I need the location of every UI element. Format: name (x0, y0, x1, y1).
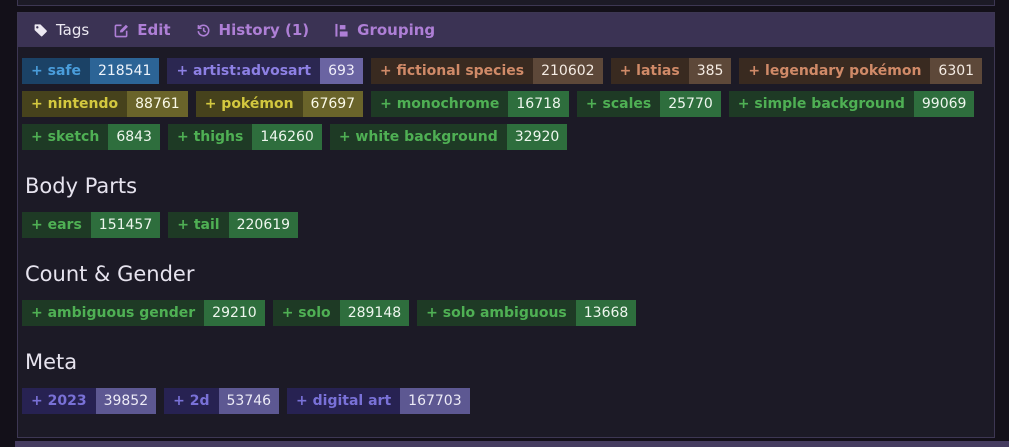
tag-count[interactable]: 88761 (127, 91, 188, 117)
tag-link[interactable]: + latias (611, 58, 689, 84)
tag-pill-monochrome: + monochrome 16718 (371, 91, 569, 117)
tag-count[interactable]: 693 (320, 58, 363, 84)
tag-pill-thighs: + thighs 146260 (167, 124, 322, 150)
tag-count[interactable]: 13668 (575, 300, 637, 326)
section-heading: Body Parts (25, 174, 138, 198)
tag-link[interactable]: + sketch (22, 124, 108, 150)
tag-link[interactable]: + simple background (729, 91, 914, 117)
history-button[interactable]: History (1) (196, 21, 310, 39)
tag-count[interactable]: 6301 (930, 58, 983, 84)
tag-pill-fictional-species: + fictional species 210602 (370, 58, 603, 84)
tag-pill-pok-mon: + pokémon 67697 (195, 91, 364, 117)
tag-count[interactable]: 32920 (506, 124, 568, 150)
tag-pill-scales: + scales 25770 (576, 91, 721, 117)
tag-pill-legendary-pok-mon: + legendary pokémon 6301 (739, 58, 983, 84)
tag-count[interactable]: 99069 (913, 91, 975, 117)
tag-pill-digital-art: + digital art 167703 (287, 388, 470, 414)
tag-pill-latias: + latias 385 (610, 58, 732, 84)
tag-sections: + safe 218541 + artist:advosart 693 + fictio… (18, 47, 994, 414)
next-panel-edge (15, 441, 1009, 447)
section-heading: Count & Gender (25, 262, 195, 286)
tag-count[interactable]: 167703 (400, 388, 470, 414)
tag-count[interactable]: 16718 (508, 91, 569, 117)
tag-link[interactable]: + thighs (168, 124, 252, 150)
tag-count[interactable]: 385 (688, 58, 732, 84)
tag-count[interactable]: 6843 (108, 124, 160, 150)
edit-label: Edit (137, 21, 171, 39)
tag-pill-2023: + 2023 39852 (22, 388, 157, 414)
pencil-square-icon (114, 24, 129, 37)
edit-button[interactable]: Edit (114, 21, 171, 39)
clock-rotate-left-icon (196, 23, 209, 37)
tags-panel: Tags Edit History (1) Grouping + safe 21… (17, 12, 995, 438)
tag-count[interactable]: 67697 (302, 91, 364, 117)
tag-link[interactable]: + tail (168, 212, 228, 238)
tag-count[interactable]: 210602 (533, 58, 603, 84)
tag-link[interactable]: + 2d (164, 388, 218, 414)
tag-list: + ears 151457 + tail 220619 (22, 212, 989, 238)
tag-count[interactable]: 218541 (89, 58, 160, 84)
tag-count[interactable]: 220619 (228, 212, 299, 238)
tag-pill-nintendo: + nintendo 88761 (22, 91, 188, 117)
tag-pill-solo: + solo 289148 (272, 300, 410, 326)
tag-link[interactable]: + ears (22, 212, 91, 238)
grouping-button[interactable]: Grouping (334, 21, 435, 39)
tag-pill-ears: + ears 151457 (22, 212, 161, 238)
history-label: History (1) (218, 21, 310, 39)
tag-pill-tail: + tail 220619 (168, 212, 299, 238)
tag-list: + ambiguous gender 29210 + solo 289148 + sol… (22, 300, 989, 326)
tab-tags[interactable]: Tags (33, 21, 89, 39)
tag-link[interactable]: + artist:advosart (167, 58, 320, 84)
section-heading: Meta (25, 350, 78, 374)
tag-link[interactable]: + 2023 (22, 388, 96, 414)
tag-list: + 2023 39852 + 2d 53746 + digital art 167703 (22, 388, 989, 414)
tag-count[interactable]: 39852 (95, 388, 157, 414)
tag-pill-white-background: + white background 32920 (329, 124, 568, 150)
tag-link[interactable]: + solo (273, 300, 340, 326)
tag-link[interactable]: + nintendo (22, 91, 127, 117)
grouping-label: Grouping (357, 21, 436, 39)
tag-count[interactable]: 289148 (339, 300, 410, 326)
tag-pill-simple-background: + simple background 99069 (728, 91, 975, 117)
tag-pill-safe: + safe 218541 (22, 58, 160, 84)
tag-count[interactable]: 25770 (660, 91, 721, 117)
tag-count[interactable]: 151457 (90, 212, 161, 238)
tag-count[interactable]: 29210 (204, 300, 265, 326)
tag-pill-2d: + 2d 53746 (164, 388, 280, 414)
tag-pill-solo-ambiguous: + solo ambiguous 13668 (417, 300, 637, 326)
tag-count[interactable]: 53746 (218, 388, 280, 414)
tag-list: + safe 218541 + artist:advosart 693 + fictio… (22, 58, 989, 150)
tag-link[interactable]: + digital art (287, 388, 400, 414)
tag-count[interactable]: 146260 (252, 124, 322, 150)
tag-link[interactable]: + scales (577, 91, 660, 117)
tag-link[interactable]: + safe (22, 58, 90, 84)
tag-pill-sketch: + sketch 6843 (22, 124, 160, 150)
tag-pill-ambiguous-gender: + ambiguous gender 29210 (22, 300, 265, 326)
tag-link[interactable]: + white background (330, 124, 507, 150)
tag-link[interactable]: + solo ambiguous (417, 300, 576, 326)
tag-link[interactable]: + pokémon (196, 91, 303, 117)
list-tree-icon (335, 23, 348, 37)
tags-label: Tags (56, 21, 90, 39)
tag-link[interactable]: + legendary pokémon (739, 58, 930, 84)
tag-pill-artist-advosart: + artist:advosart 693 (167, 58, 363, 84)
tag-link[interactable]: + ambiguous gender (22, 300, 204, 326)
tag-icon (34, 23, 47, 36)
tag-link[interactable]: + monochrome (371, 91, 508, 117)
tags-toolbar: Tags Edit History (1) Grouping (18, 13, 994, 47)
tag-link[interactable]: + fictional species (371, 58, 533, 84)
previous-panel-edge (17, 0, 995, 6)
